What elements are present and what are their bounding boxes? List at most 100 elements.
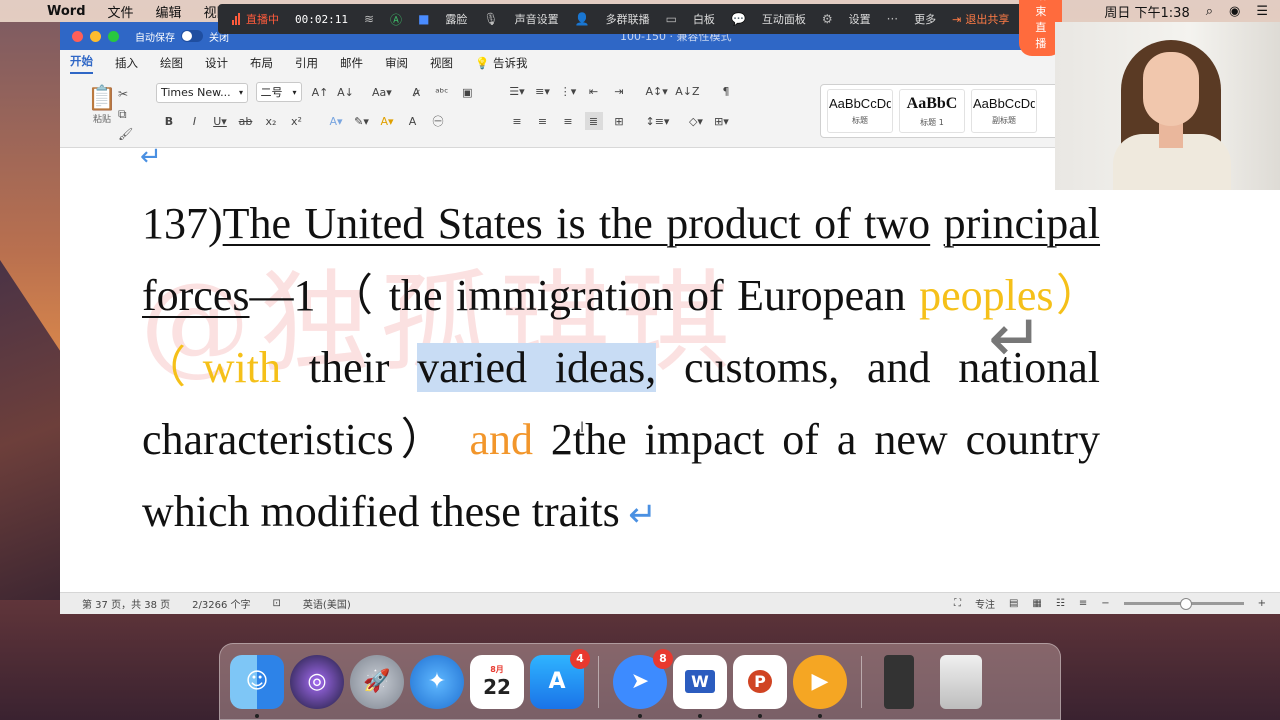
menubar-clock[interactable]: 周日 下午1:38 bbox=[1104, 2, 1189, 21]
word-icon[interactable]: W bbox=[673, 654, 727, 718]
print-layout-icon[interactable]: ▤ bbox=[1009, 598, 1018, 609]
bold-button[interactable]: B bbox=[160, 113, 178, 131]
tab-mailings[interactable]: 邮件 bbox=[340, 55, 363, 71]
shading-icon[interactable]: ◇▾ bbox=[687, 112, 705, 130]
bullets-icon[interactable]: ☰▾ bbox=[508, 82, 526, 100]
shrink-font-icon[interactable]: A↓ bbox=[337, 84, 355, 102]
proofing-icon[interactable]: ⊡ bbox=[273, 598, 281, 609]
numbering-icon[interactable]: ≡▾ bbox=[534, 82, 552, 100]
font-size-select[interactable]: 二号 ▾ bbox=[255, 82, 302, 102]
style-subtitle[interactable]: AaBbCcDd 副标题 bbox=[971, 89, 1037, 133]
superscript-button[interactable]: x² bbox=[288, 113, 306, 131]
sort-icon[interactable]: A↓Z bbox=[675, 82, 699, 100]
multi-group-icon[interactable]: 👤 bbox=[569, 12, 596, 26]
finder-icon[interactable]: ☺ bbox=[230, 654, 284, 718]
camera-icon[interactable]: ■ bbox=[412, 12, 435, 26]
settings-gear-icon[interactable]: ⚙ bbox=[816, 12, 839, 26]
distributed-icon[interactable]: ⊞ bbox=[610, 112, 628, 130]
zoom-slider[interactable] bbox=[1123, 598, 1244, 610]
increase-indent-icon[interactable]: ⇥ bbox=[610, 82, 628, 100]
cut-icon[interactable]: ✂ bbox=[118, 84, 138, 104]
settings-button[interactable]: 设置 bbox=[843, 11, 877, 27]
interaction-panel-icon[interactable]: 💬 bbox=[725, 12, 752, 26]
zoom-window-button[interactable] bbox=[108, 30, 119, 42]
italic-button[interactable]: I bbox=[186, 113, 204, 131]
tab-insert[interactable]: 插入 bbox=[115, 55, 138, 71]
multi-group-broadcast-button[interactable]: 多群联播 bbox=[600, 11, 656, 27]
zoom-in-button[interactable]: + bbox=[1258, 598, 1266, 609]
tab-home[interactable]: 开始 bbox=[70, 53, 93, 74]
more-button[interactable]: 更多 bbox=[908, 11, 942, 27]
document-page[interactable]: @独孤琪琪 ↵ 137)The United States is the pro… bbox=[60, 148, 1280, 592]
zoom-out-button[interactable]: − bbox=[1101, 598, 1109, 609]
subscript-button[interactable]: x₂ bbox=[262, 113, 280, 131]
minimize-window-button[interactable] bbox=[90, 30, 101, 42]
text-effects-icon[interactable]: A▾ bbox=[327, 113, 345, 131]
siri-icon[interactable]: ◉ bbox=[1229, 4, 1240, 19]
calendar-icon[interactable]: 8月 22 bbox=[470, 654, 524, 709]
clear-format-icon[interactable]: A̷ bbox=[407, 84, 425, 102]
font-color-icon[interactable]: A▾ bbox=[378, 113, 396, 131]
microphone-icon[interactable]: 🎙 bbox=[477, 12, 504, 26]
asian-layout-icon[interactable]: A↕▾ bbox=[646, 82, 668, 100]
exit-share-button[interactable]: ⇥ 退出共享 bbox=[946, 11, 1015, 27]
decrease-indent-icon[interactable]: ⇤ bbox=[585, 82, 603, 100]
highlight-icon[interactable]: ✎▾ bbox=[353, 113, 371, 131]
style-heading[interactable]: AaBbCcDd 标题 bbox=[827, 89, 893, 133]
app-menu-word[interactable]: Word bbox=[36, 4, 97, 19]
focus-mode-label[interactable]: 专注 bbox=[975, 596, 995, 611]
trash-icon[interactable] bbox=[940, 654, 982, 709]
align-right-icon[interactable]: ≡ bbox=[559, 112, 577, 130]
minimized-window-icon[interactable] bbox=[884, 654, 914, 709]
strikethrough-button[interactable]: ab bbox=[237, 113, 255, 131]
spotlight-search-icon[interactable]: ⌕ bbox=[1206, 4, 1213, 19]
document-paragraph[interactable]: 137)The United States is the product of … bbox=[142, 188, 1100, 552]
whiteboard-icon[interactable]: ▭ bbox=[660, 12, 683, 26]
underline-button[interactable]: U▾ bbox=[211, 113, 229, 131]
outline-view-icon[interactable]: ☷ bbox=[1056, 598, 1065, 609]
format-painter-icon[interactable]: 🖌 bbox=[118, 124, 138, 144]
justify-icon[interactable]: ≣ bbox=[584, 112, 603, 130]
line-spacing-icon[interactable]: ↕≡▾ bbox=[646, 112, 670, 130]
tab-review[interactable]: 审阅 bbox=[385, 55, 408, 71]
siri-icon[interactable]: ◎ bbox=[290, 654, 344, 709]
tab-references[interactable]: 引用 bbox=[295, 55, 318, 71]
multilevel-list-icon[interactable]: ⋮▾ bbox=[559, 82, 577, 100]
phonetic-guide-icon[interactable]: ᵃᵇᶜ bbox=[433, 84, 451, 102]
enclose-character-icon[interactable]: ㊀ bbox=[429, 112, 447, 130]
autosave-toggle[interactable] bbox=[181, 30, 203, 42]
tab-draw[interactable]: 绘图 bbox=[160, 55, 183, 71]
menu-file[interactable]: 文件 bbox=[97, 2, 145, 21]
character-shading-icon[interactable]: A bbox=[404, 113, 422, 131]
menu-edit[interactable]: 编辑 bbox=[145, 2, 193, 21]
more-dots-icon[interactable]: ··· bbox=[881, 12, 904, 26]
launchpad-icon[interactable]: 🚀 bbox=[350, 654, 404, 709]
app-store-icon[interactable]: A4 bbox=[530, 648, 590, 709]
change-case-icon[interactable]: Aa▾ bbox=[372, 84, 392, 102]
word-count[interactable]: 2/3266 个字 bbox=[192, 596, 250, 611]
tab-view[interactable]: 视图 bbox=[430, 55, 453, 71]
align-left-icon[interactable]: ≡ bbox=[508, 112, 526, 130]
language[interactable]: 英语(美国) bbox=[303, 596, 351, 611]
style-heading-1[interactable]: AaBbC 标题 1 bbox=[899, 89, 965, 133]
tab-layout[interactable]: 布局 bbox=[250, 55, 273, 71]
powerpoint-icon[interactable]: P bbox=[733, 654, 787, 718]
focus-mode-icon[interactable]: ⛶ bbox=[954, 598, 961, 609]
live-app-icon[interactable]: ▶ bbox=[793, 654, 847, 718]
web-layout-icon[interactable]: ▦ bbox=[1032, 598, 1041, 609]
show-face-button[interactable]: 露脸 bbox=[439, 11, 473, 27]
notification-center-icon[interactable]: ☰ bbox=[1256, 4, 1268, 19]
dingtalk-icon[interactable]: ➤ 8 bbox=[613, 648, 673, 718]
grow-font-icon[interactable]: A↑ bbox=[311, 84, 329, 102]
sound-settings-button[interactable]: 声音设置 bbox=[509, 11, 565, 27]
close-window-button[interactable] bbox=[72, 30, 83, 42]
tell-me-search[interactable]: 💡 告诉我 bbox=[475, 55, 527, 71]
font-name-select[interactable]: Times New... ▾ bbox=[156, 82, 248, 103]
page-count[interactable]: 第 37 页，共 38 页 bbox=[82, 596, 170, 611]
character-border-icon[interactable]: ▣ bbox=[458, 84, 476, 102]
copy-icon[interactable]: ⧉ bbox=[118, 104, 138, 124]
whiteboard-button[interactable]: 白板 bbox=[687, 11, 721, 27]
tab-design[interactable]: 设计 bbox=[205, 55, 228, 71]
align-center-icon[interactable]: ≡ bbox=[534, 112, 552, 130]
interaction-panel-button[interactable]: 互动面板 bbox=[756, 11, 812, 27]
